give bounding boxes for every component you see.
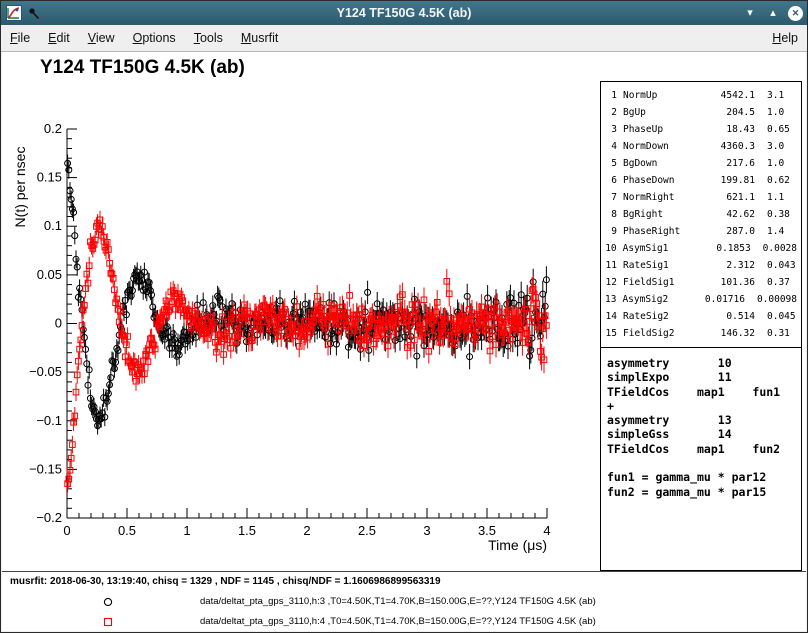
legend-entry: data/deltat_pta_gps_3110,h:3 ,T0=4.50K,T…	[2, 593, 806, 609]
parameter-row: 4NormDown4360.33.0	[605, 138, 797, 155]
svg-text:Time (μs): Time (μs)	[488, 537, 547, 553]
theory-line: TFieldCos map1 fun1	[607, 385, 801, 399]
parameter-row: 10AsymSig10.18530.0028	[605, 240, 797, 257]
parameter-row: 13AsymSig20.017160.00098	[605, 291, 797, 308]
parameter-row: 12FieldSig1101.360.37	[605, 274, 797, 291]
parameter-row: 7NormRight621.11.1	[605, 189, 797, 206]
window-title: Y124 TF150G 4.5K (ab)	[1, 6, 807, 20]
svg-text:N(t) per nsec: N(t) per nsec	[12, 147, 28, 228]
close-icon[interactable]: ✕	[788, 6, 803, 21]
parameter-row: 11RateSig12.3120.043	[605, 257, 797, 274]
theory-line: simplExpo 11	[607, 370, 801, 384]
pin-icon[interactable]	[27, 7, 40, 20]
fit-status-line: musrfit: 2018-06-30, 13:19:40, chisq = 1…	[10, 576, 441, 587]
menu-tools[interactable]: Tools	[185, 27, 232, 49]
menu-options[interactable]: Options	[124, 27, 185, 49]
fit-parameter-table: 1NormUp4542.13.12BgUp204.51.03PhaseUp18.…	[600, 81, 802, 348]
svg-text:0.15: 0.15	[37, 170, 62, 185]
svg-text:0: 0	[55, 316, 62, 331]
svg-text:2: 2	[303, 523, 310, 538]
legend-entry: data/deltat_pta_gps_3110,h:4 ,T0=4.50K,T…	[2, 613, 806, 629]
theory-block: asymmetry 10simplExpo 11TFieldCos map1 f…	[600, 347, 802, 571]
svg-text:3: 3	[423, 523, 430, 538]
parameter-row: 8BgRight42.620.38	[605, 206, 797, 223]
parameter-row: 3PhaseUp18.430.65	[605, 121, 797, 138]
parameter-row: 2BgUp204.51.0	[605, 104, 797, 121]
svg-text:0.2: 0.2	[44, 121, 62, 136]
fit-statistics: 2018-06-30, 13:19:40, chisq = 1329 , NDF…	[47, 576, 440, 587]
parameter-row: 15FieldSig2146.320.31	[605, 325, 797, 342]
theory-line	[607, 456, 801, 470]
svg-text:−0.1: −0.1	[36, 413, 62, 428]
svg-text:0.5: 0.5	[118, 523, 136, 538]
menu-edit[interactable]: Edit	[39, 27, 79, 49]
legend-label: data/deltat_pta_gps_3110,h:3 ,T0=4.50K,T…	[200, 596, 596, 607]
legend-label: data/deltat_pta_gps_3110,h:4 ,T0=4.50K,T…	[200, 616, 596, 627]
parameter-row: 6PhaseDown199.810.62	[605, 172, 797, 189]
menu-help[interactable]: Help	[763, 27, 807, 49]
theory-line: +	[607, 399, 801, 413]
svg-text:0: 0	[63, 523, 70, 538]
maximize-icon[interactable]: ▴	[765, 5, 781, 21]
svg-text:1.5: 1.5	[238, 523, 256, 538]
divider	[2, 571, 806, 572]
parameter-row: 9PhaseRight287.01.4	[605, 223, 797, 240]
menu-musrfit[interactable]: Musrfit	[232, 27, 288, 49]
theory-line: fun2 = gamma_mu * par15	[607, 485, 801, 499]
app-window: Y124 TF150G 4.5K (ab) ▾ ▴ ✕	[0, 0, 808, 633]
svg-text:−0.15: −0.15	[29, 461, 62, 476]
theory-line: fun1 = gamma_mu * par12	[607, 470, 801, 484]
parameter-row: 1NormUp4542.13.1	[605, 87, 797, 104]
svg-text:2.5: 2.5	[358, 523, 376, 538]
app-icon[interactable]	[6, 5, 22, 21]
legend-marker-square	[102, 615, 114, 627]
svg-text:0.1: 0.1	[44, 218, 62, 233]
root-canvas: Y124 TF150G 4.5K (ab) 00.511.522.533.54−…	[2, 52, 806, 631]
theory-line: simpleGss 14	[607, 427, 801, 441]
svg-text:1: 1	[183, 523, 190, 538]
svg-text:−0.2: −0.2	[36, 510, 62, 525]
theory-line: TFieldCos map1 fun2	[607, 442, 801, 456]
theory-line: asymmetry 13	[607, 413, 801, 427]
svg-text:−0.05: −0.05	[29, 364, 62, 379]
menu-file[interactable]: File	[1, 27, 39, 49]
menubar: FileEditViewOptionsToolsMusrfit Help	[1, 25, 807, 52]
menu-view[interactable]: View	[79, 27, 124, 49]
parameter-row: 14RateSig20.5140.045	[605, 308, 797, 325]
parameter-row: 5BgDown217.61.0	[605, 155, 797, 172]
svg-text:3.5: 3.5	[478, 523, 496, 538]
plot-area[interactable]: 0 0.5 1 1.5 2 2.5 3 3.5 4 −0.2 −0.15 −0.1 −0.05 0 0.05…	[2, 52, 572, 587]
svg-text:4: 4	[543, 523, 550, 538]
theory-line: asymmetry 10	[607, 356, 801, 370]
titlebar[interactable]: Y124 TF150G 4.5K (ab) ▾ ▴ ✕	[1, 1, 807, 25]
minimize-icon[interactable]: ▾	[742, 5, 758, 21]
musrfit-label: musrfit:	[10, 576, 47, 587]
svg-text:0.05: 0.05	[37, 267, 62, 282]
legend-marker-circle	[102, 595, 114, 607]
